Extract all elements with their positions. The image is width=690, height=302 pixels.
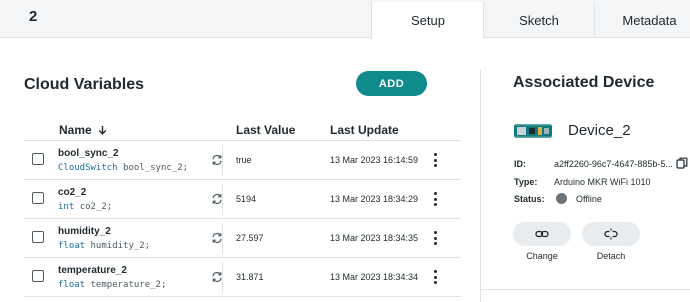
table-row: bool_sync_2 CloudSwitch bool_sync_2; tru… [24, 141, 461, 180]
sync-icon [212, 232, 222, 244]
device-type-value: Arduino MKR WiFi 1010 [554, 177, 651, 187]
tab-setup[interactable]: Setup [371, 2, 484, 39]
change-device-button[interactable] [513, 222, 571, 246]
device-id-label: ID: [514, 159, 526, 169]
variable-last-update: 13 Mar 2023 18:34:35 [330, 233, 419, 243]
detach-label: Detach [596, 251, 626, 261]
copy-icon[interactable] [676, 157, 688, 169]
column-name-label: Name [59, 123, 92, 137]
row-checkbox[interactable] [32, 192, 44, 204]
row-checkbox[interactable] [32, 270, 44, 282]
column-header-last-value: Last Value [236, 123, 296, 137]
status-indicator-icon [556, 193, 567, 204]
variable-name: humidity_2 [58, 226, 111, 237]
device-name: Device_2 [568, 122, 631, 139]
tab-sketch[interactable]: Sketch [483, 2, 594, 38]
variable-last-update: 13 Mar 2023 18:34:29 [330, 194, 419, 204]
device-status-label: Status: [514, 194, 545, 204]
device-id-value: a2ff2260-96c7-4647-885b-5... [554, 159, 673, 169]
panel-bottom-divider [480, 289, 690, 290]
row-menu-icon[interactable] [432, 153, 438, 167]
panel-divider [480, 70, 481, 302]
board-icon [514, 124, 552, 138]
column-header-last-update: Last Update [330, 123, 399, 137]
change-label: Change [526, 251, 558, 261]
link-icon [535, 230, 549, 238]
row-menu-icon[interactable] [432, 231, 438, 245]
variable-declaration: float temperature_2; [58, 280, 167, 290]
variable-name: temperature_2 [58, 265, 127, 276]
variable-last-value: 31.871 [236, 272, 264, 282]
variable-name: bool_sync_2 [58, 148, 119, 159]
variable-last-update: 13 Mar 2023 16:14:59 [330, 155, 419, 165]
sync-icon [212, 154, 222, 166]
variable-last-value: 27.597 [236, 233, 264, 243]
associated-device-title: Associated Device [513, 74, 655, 91]
cloud-variables-title: Cloud Variables [24, 76, 145, 93]
variable-declaration: int co2_2; [58, 202, 113, 212]
arrow-down-icon [98, 126, 106, 135]
unlink-icon [604, 228, 618, 240]
add-variable-button[interactable]: ADD [356, 71, 427, 96]
variable-last-value: 5194 [236, 194, 257, 204]
tab-metadata[interactable]: Metadata [594, 2, 690, 38]
variable-last-value: true [236, 155, 252, 165]
table-row: temperature_2 float temperature_2; 31.87… [24, 258, 461, 297]
table-row: co2_2 int co2_2; 5194 13 Mar 2023 18:34:… [24, 180, 461, 219]
variable-name: co2_2 [58, 187, 87, 198]
sync-icon [212, 271, 222, 283]
thing-name: 2 [29, 8, 38, 25]
variable-last-update: 13 Mar 2023 18:34:34 [330, 272, 419, 282]
device-type-label: Type: [514, 177, 538, 187]
column-header-name[interactable]: Name [59, 123, 107, 137]
table-row: humidity_2 float humidity_2; 27.597 13 M… [24, 219, 461, 258]
detach-device-button[interactable] [582, 222, 640, 246]
variable-declaration: float humidity_2; [58, 241, 151, 251]
variable-declaration: CloudSwitch bool_sync_2; [58, 163, 189, 173]
row-checkbox[interactable] [32, 231, 44, 243]
row-menu-icon[interactable] [432, 270, 438, 284]
device-status-value: Offline [576, 194, 602, 204]
row-menu-icon[interactable] [432, 192, 438, 206]
sync-icon [212, 193, 222, 205]
row-checkbox[interactable] [32, 153, 44, 165]
